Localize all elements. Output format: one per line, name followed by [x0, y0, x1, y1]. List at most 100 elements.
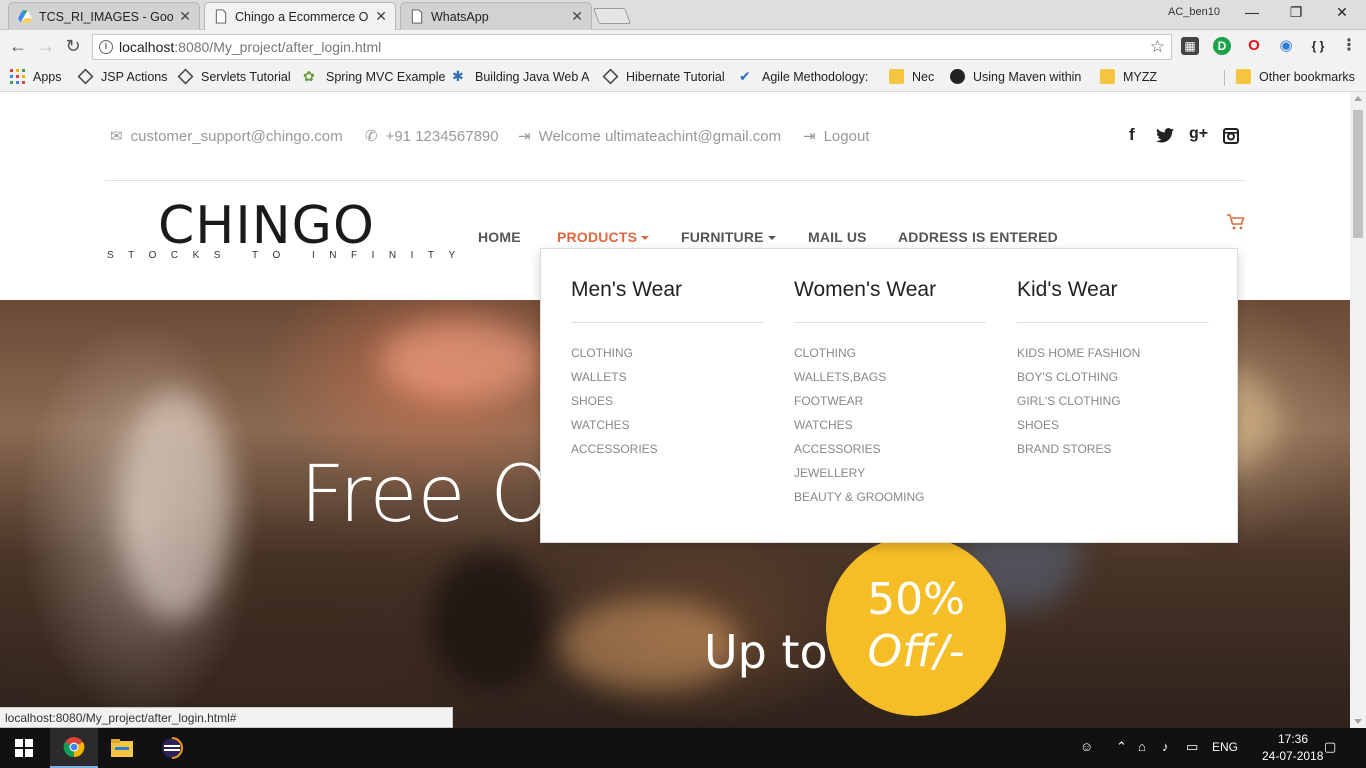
mega-link[interactable]: BEAUTY & GROOMING	[794, 489, 924, 513]
page-viewport: ✉ customer_support@chingo.com ✆ +91 1234…	[0, 92, 1350, 728]
mega-link[interactable]: ACCESSORIES	[794, 441, 924, 465]
clock-date[interactable]: 24-07-2018	[1262, 749, 1323, 763]
scroll-up-icon[interactable]	[1354, 96, 1362, 101]
nav-products[interactable]: PRODUCTS	[557, 229, 650, 245]
eclipse-icon	[162, 737, 183, 759]
mega-divider	[571, 322, 763, 323]
facebook-icon[interactable]: f	[1129, 125, 1135, 145]
bookmark-spring-mvc[interactable]: ✿ Spring MVC Example	[303, 69, 446, 84]
mega-link[interactable]: FOOTWEAR	[794, 393, 924, 417]
profile-name[interactable]: AC_ben10	[1168, 6, 1220, 18]
bookmark-apps[interactable]: Apps	[10, 69, 62, 84]
reload-icon[interactable]: ↻	[63, 36, 83, 57]
clock-time[interactable]: 17:36	[1278, 732, 1308, 746]
address-bar[interactable]: i localhost:8080/My_project/after_login.…	[92, 34, 1172, 60]
window-close-icon[interactable]: ✕	[1330, 4, 1354, 21]
bookmark-star-icon[interactable]: ☆	[1150, 37, 1165, 57]
back-icon[interactable]: ←	[8, 36, 28, 57]
forward-icon[interactable]: →	[36, 36, 56, 57]
apps-grid-icon	[10, 69, 25, 84]
mega-link[interactable]: SHOES	[1017, 417, 1140, 441]
extension-grid-icon[interactable]: ▦	[1181, 37, 1199, 55]
mega-link[interactable]: CLOTHING	[571, 345, 658, 369]
taskbar-eclipse[interactable]	[148, 728, 196, 768]
mega-link[interactable]: KIDS HOME FASHION	[1017, 345, 1140, 369]
tab-whatsapp[interactable]: WhatsApp ✕	[400, 2, 592, 30]
site-tagline: STOCKS TO INFINITY	[107, 250, 470, 261]
volume-icon[interactable]: ♪	[1162, 739, 1169, 754]
twitter-icon[interactable]	[1156, 128, 1174, 143]
start-button[interactable]	[0, 728, 48, 768]
mega-link[interactable]: WALLETS,BAGS	[794, 369, 924, 393]
logout-link[interactable]: ⇥ Logout	[803, 127, 869, 146]
notifications-icon[interactable]: ▢	[1324, 739, 1336, 755]
mega-link[interactable]: CLOTHING	[794, 345, 924, 369]
support-email[interactable]: ✉ customer_support@chingo.com	[110, 127, 343, 146]
mega-link[interactable]: ACCESSORIES	[571, 441, 658, 465]
minimize-icon[interactable]: —	[1240, 4, 1264, 20]
menu-icon[interactable]: ⋮	[1340, 37, 1358, 55]
restore-icon[interactable]: ❐	[1284, 4, 1308, 21]
scroll-down-icon[interactable]	[1354, 719, 1362, 724]
json-braces-icon[interactable]: { }	[1305, 37, 1331, 55]
bookmark-building-java-web[interactable]: ✱ Building Java Web A	[452, 69, 589, 84]
bokeh-light	[380, 320, 540, 400]
bookmark-folder-nec[interactable]: Nec	[889, 69, 934, 84]
nav-address[interactable]: ADDRESS IS ENTERED	[898, 229, 1058, 245]
people-icon[interactable]: ☺	[1080, 739, 1093, 754]
tab-title: Chingo a Ecommerce On	[235, 9, 370, 24]
windows-logo-icon	[15, 739, 33, 757]
extension-globe-icon[interactable]: ◉	[1277, 37, 1295, 55]
cart-icon[interactable]	[1226, 212, 1246, 232]
taskbar-chrome[interactable]	[50, 728, 98, 768]
mega-link[interactable]: JEWELLERY	[794, 465, 924, 489]
bookmark-hibernate-tutorial[interactable]: Hibernate Tutorial	[602, 68, 725, 85]
close-icon[interactable]: ✕	[179, 8, 191, 25]
google-drive-icon	[18, 10, 32, 23]
mega-link[interactable]: BOY'S CLOTHING	[1017, 369, 1140, 393]
opera-icon[interactable]: O	[1245, 37, 1263, 55]
bookmark-folder-myzz[interactable]: MYZZ	[1100, 69, 1157, 84]
close-icon[interactable]: ✕	[571, 8, 583, 25]
scroll-thumb[interactable]	[1353, 110, 1363, 238]
check-icon: ✔	[739, 68, 751, 84]
bookmark-using-maven[interactable]: Using Maven within	[950, 69, 1081, 84]
mega-link[interactable]: GIRL'S CLOTHING	[1017, 393, 1140, 417]
network-icon[interactable]: ⌂	[1138, 739, 1146, 754]
mega-link[interactable]: BRAND STORES	[1017, 441, 1140, 465]
bookmark-servlets-tutorial[interactable]: Servlets Tutorial	[177, 68, 291, 85]
folder-icon	[1100, 69, 1115, 84]
mega-link[interactable]: WATCHES	[794, 417, 924, 441]
puzzle-icon: ✱	[452, 68, 464, 84]
language-indicator[interactable]: ENG	[1212, 740, 1238, 754]
tray-expand-icon[interactable]: ⌃	[1116, 739, 1127, 755]
bookmarks-divider	[1224, 70, 1225, 86]
new-tab-button[interactable]	[593, 8, 631, 24]
bookmark-agile-methodology[interactable]: ✔ Agile Methodology:	[739, 69, 868, 84]
bookmark-jsp-actions[interactable]: JSP Actions	[77, 68, 167, 85]
mega-link[interactable]: SHOES	[571, 393, 658, 417]
tab-chingo[interactable]: Chingo a Ecommerce On ✕	[204, 2, 396, 30]
bookmark-other-bookmarks[interactable]: Other bookmarks	[1236, 69, 1355, 84]
mega-divider	[1017, 322, 1209, 323]
bokeh-shadow	[430, 550, 550, 690]
google-plus-icon[interactable]: g+	[1189, 125, 1208, 143]
extension-green-icon[interactable]: D	[1213, 37, 1231, 55]
mega-link[interactable]: WALLETS	[571, 369, 658, 393]
close-icon[interactable]: ✕	[375, 8, 387, 25]
nav-furniture[interactable]: FURNITURE	[681, 229, 776, 245]
taskbar-file-explorer[interactable]	[98, 728, 146, 768]
nav-mail-us[interactable]: MAIL US	[808, 229, 867, 245]
battery-icon[interactable]: ▭	[1186, 739, 1198, 755]
nav-home[interactable]: HOME	[478, 229, 521, 245]
bookmark-label: Agile Methodology:	[762, 69, 869, 84]
info-icon[interactable]: i	[99, 40, 113, 54]
page-scrollbar[interactable]	[1350, 92, 1366, 728]
mega-link[interactable]: WATCHES	[571, 417, 658, 441]
bookmark-label: Building Java Web A	[475, 69, 590, 84]
support-phone: ✆ +91 1234567890	[365, 127, 499, 146]
instagram-icon[interactable]	[1223, 128, 1239, 144]
site-logo[interactable]: CHINGO	[158, 196, 375, 256]
browser-toolbar: ← → ↻ i localhost:8080/My_project/after_…	[0, 30, 1366, 64]
tab-google-drive[interactable]: TCS_RI_IMAGES - Google ✕	[8, 2, 200, 30]
